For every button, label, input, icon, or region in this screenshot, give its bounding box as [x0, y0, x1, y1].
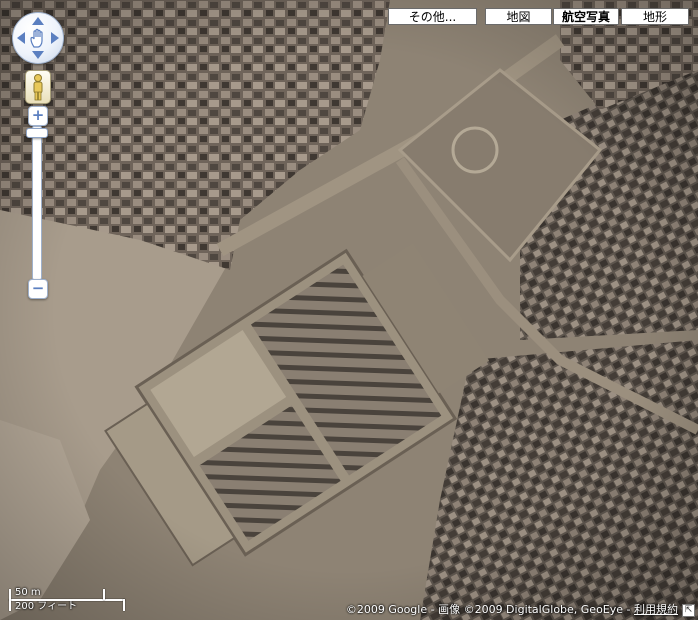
- street-view-pegman[interactable]: [25, 70, 51, 104]
- attribution: ©2009 Google - 画像 ©2009 DigitalGlobe, Ge…: [346, 603, 678, 616]
- pan-control[interactable]: [12, 12, 64, 64]
- resize-corner-icon[interactable]: ⇱: [682, 604, 695, 617]
- pan-up-arrow-icon[interactable]: [32, 17, 44, 25]
- zoom-in-button[interactable]: +: [28, 106, 48, 126]
- scale-metric-label: 50 m: [15, 587, 41, 598]
- more-map-types-label: その他...: [408, 10, 457, 24]
- scale-line-horizontal: [9, 599, 125, 601]
- pan-left-arrow-icon[interactable]: [17, 32, 25, 44]
- map-type-terrain-label: 地形: [642, 10, 667, 24]
- map-canvas[interactable]: + − その他... 地図 航空写真 地形 50 m 200 フィート ©200…: [0, 0, 698, 620]
- more-map-types-button[interactable]: その他...: [388, 8, 477, 25]
- scale-imperial-label: 200 フィート: [15, 601, 78, 612]
- scale-line-metric-tick: [103, 589, 105, 600]
- zoom-out-button[interactable]: −: [28, 279, 48, 299]
- zoom-slider-track[interactable]: [32, 126, 42, 280]
- pegman-icon: [33, 74, 43, 101]
- map-type-map-label: 地図: [506, 10, 531, 24]
- zoom-slider-handle[interactable]: [26, 128, 48, 138]
- map-type-satellite-label: 航空写真: [561, 10, 610, 24]
- pan-right-arrow-icon[interactable]: [51, 32, 59, 44]
- map-type-terrain-button[interactable]: 地形: [621, 8, 689, 25]
- map-type-map-button[interactable]: 地図: [485, 8, 552, 25]
- map-type-satellite-button[interactable]: 航空写真: [553, 8, 619, 25]
- scale-line-imperial-tick: [123, 599, 125, 611]
- scale-line-left-tick: [9, 589, 11, 611]
- attribution-text: ©2009 Google - 画像 ©2009 DigitalGlobe, Ge…: [345, 603, 634, 616]
- satellite-imagery[interactable]: [0, 0, 698, 620]
- hand-icon[interactable]: [29, 28, 47, 48]
- scale-bar: 50 m 200 フィート: [7, 585, 125, 613]
- pan-down-arrow-icon[interactable]: [32, 51, 44, 59]
- terms-of-use-link[interactable]: 利用規約: [634, 603, 678, 616]
